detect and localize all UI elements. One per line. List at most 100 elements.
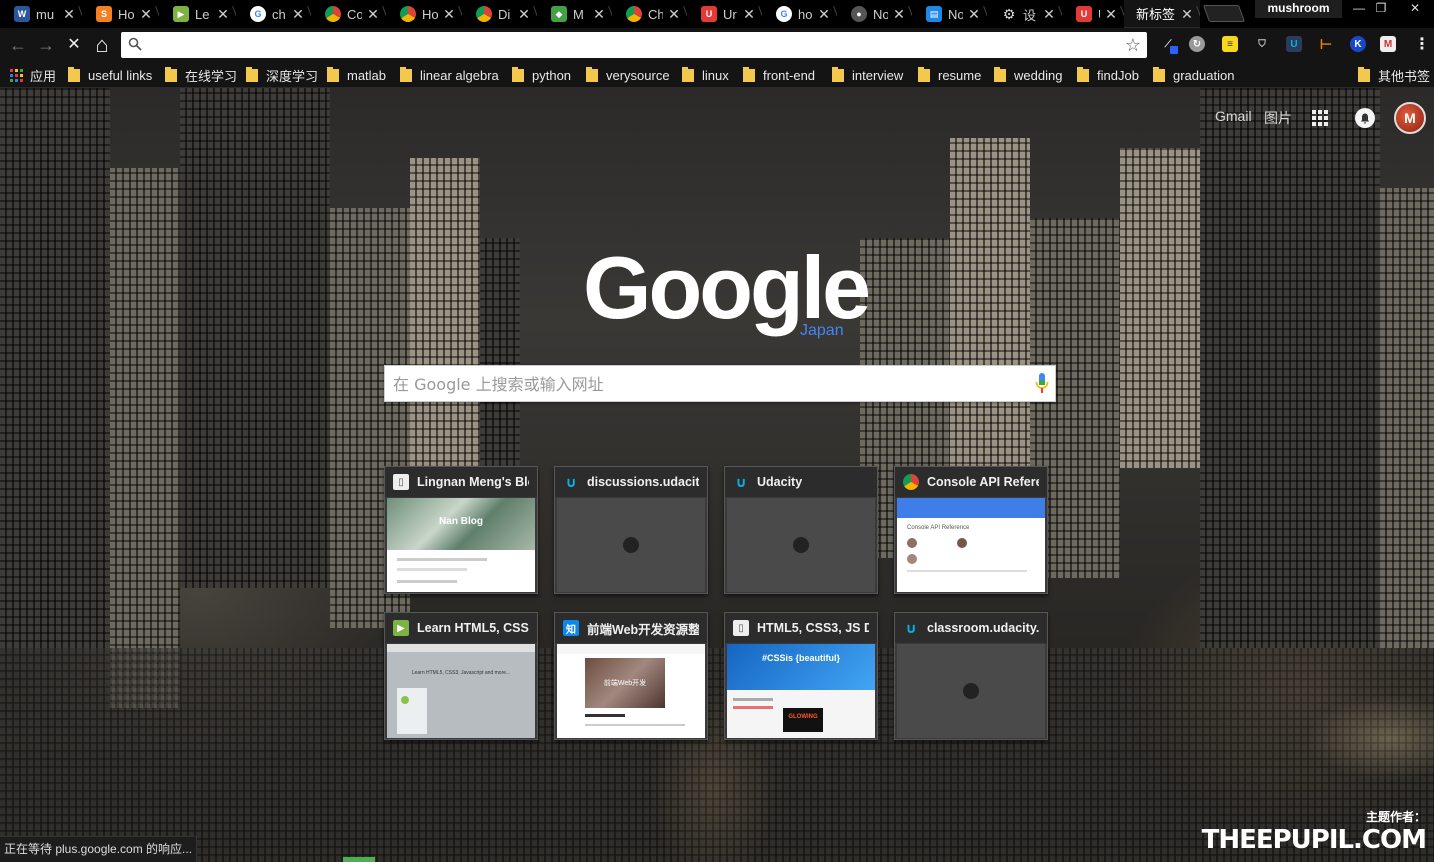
browser-tab[interactable]: U Ur ✕ [1062, 0, 1124, 28]
bookmark-star-icon[interactable]: ☆ [1125, 34, 1141, 56]
stop-button[interactable]: ✕ [63, 34, 85, 56]
close-tab-icon[interactable]: ✕ [817, 7, 831, 21]
browser-tab[interactable]: W mu ✕ [0, 0, 82, 28]
gmail-link[interactable]: Gmail [1215, 108, 1252, 124]
close-tab-icon[interactable]: ✕ [667, 7, 681, 21]
loading-indicator [343, 857, 375, 862]
profile-button[interactable]: mushroom [1255, 0, 1342, 18]
restore-button[interactable]: ❐ [1366, 0, 1396, 18]
browser-tab[interactable]: ◆ M ✕ [537, 0, 612, 28]
close-tab-icon[interactable]: ✕ [216, 7, 230, 21]
active-tab[interactable]: 新标签 ✕ [1124, 0, 1200, 28]
browser-tab[interactable]: U Ur ✕ [687, 0, 762, 28]
chrome-icon [626, 6, 642, 22]
close-tab-icon[interactable]: ✕ [291, 7, 305, 21]
menu-button[interactable]: ⋮ [1414, 36, 1430, 53]
close-tab-icon[interactable]: ✕ [62, 7, 76, 21]
close-tab-icon[interactable]: ✕ [592, 7, 606, 21]
udacity-icon: U [701, 6, 717, 22]
bookmark-folder[interactable]: linux [682, 66, 729, 84]
most-visited-tile[interactable]: ▯Lingnan Meng's Blog Nan Blog [384, 466, 538, 594]
close-tab-icon[interactable]: ✕ [1042, 7, 1056, 21]
images-link[interactable]: 图片 [1264, 108, 1292, 128]
close-tab-icon[interactable]: ✕ [442, 7, 456, 21]
close-tab-icon[interactable]: ✕ [517, 7, 531, 21]
notes-extension-icon[interactable]: ≡ [1222, 36, 1238, 52]
udacity-extension-icon[interactable]: U [1286, 36, 1302, 52]
chrome-icon [325, 6, 341, 22]
chrome-icon [400, 6, 416, 22]
microphone-icon[interactable] [1035, 373, 1049, 395]
tile-thumbnail: #CSSis {beautiful} GLOWING [727, 644, 875, 738]
browser-tab[interactable]: G ch ✕ [236, 0, 311, 28]
stackoverflow-icon: S [96, 6, 112, 22]
bookmark-folder[interactable]: graduation [1153, 66, 1234, 84]
most-visited-tile[interactable]: ∪ Udacity [724, 466, 878, 594]
close-tab-icon[interactable]: ✕ [1180, 7, 1194, 21]
most-visited-tiles: ▯Lingnan Meng's Blog Nan Blog ∪discussio… [384, 466, 1050, 742]
browser-tab[interactable]: S Ho ✕ [82, 0, 159, 28]
most-visited-tile[interactable]: ▯HTML5, CSS3, JS Demos #CSSis {beautiful… [724, 612, 878, 740]
forward-button[interactable]: → [35, 34, 57, 56]
folder-icon [994, 66, 1006, 82]
google-apps-icon[interactable] [1312, 110, 1328, 126]
most-visited-tile[interactable]: ▶Learn HTML5, CSS3, Java Learn HTML5, CS… [384, 612, 538, 740]
browser-tab[interactable]: ▶ Le ✕ [159, 0, 236, 28]
shield-extension-icon[interactable]: ⛉ [1254, 36, 1270, 52]
ntp-search-box[interactable] [384, 365, 1056, 402]
notifications-bell-icon[interactable] [1355, 108, 1375, 128]
close-tab-icon[interactable]: ✕ [139, 7, 153, 21]
bookmark-folder[interactable]: wedding [994, 66, 1062, 84]
browser-tab[interactable]: Ho ✕ [386, 0, 462, 28]
back-button[interactable]: ← [7, 34, 29, 56]
most-visited-tile[interactable]: Console API Reference Console API Refere… [894, 466, 1048, 594]
bookmark-folder[interactable]: 深度学习 [246, 66, 318, 84]
ntp-search-input[interactable] [393, 374, 1013, 394]
tab-strip: W mu ✕ S Ho ✕ ▶ Le ✕ G ch ✕ Co ✕ Ho ✕ Di… [0, 0, 1434, 28]
gmail-extension-icon[interactable]: M [1380, 36, 1396, 52]
theme-credit[interactable]: 主题作者： THEEPUPIL.COM [1202, 808, 1427, 855]
close-tab-icon[interactable]: ✕ [1104, 7, 1118, 21]
folder-icon [246, 66, 258, 82]
browser-tab[interactable]: ▤ No ✕ [912, 0, 987, 28]
close-tab-icon[interactable]: ✕ [892, 7, 906, 21]
most-visited-tile[interactable]: 知前端Web开发资源整理 前端Web开发 [554, 612, 708, 740]
browser-tab[interactable]: ● No ✕ [837, 0, 912, 28]
new-tab-button[interactable] [1202, 5, 1246, 22]
most-visited-tile[interactable]: ∪classroom.udacity.com [894, 612, 1048, 740]
other-bookmarks-folder[interactable]: 其他书签 [1358, 66, 1430, 84]
tile-thumbnail: Console API Reference [897, 498, 1045, 592]
bookmark-folder[interactable]: verysource [586, 66, 670, 84]
close-tab-icon[interactable]: ✕ [967, 7, 981, 21]
most-visited-tile[interactable]: ∪discussions.udacity.com [554, 466, 708, 594]
google-icon: G [776, 6, 792, 22]
apps-label: 应用 [30, 68, 57, 84]
browser-tab[interactable]: G ho ✕ [762, 0, 837, 28]
bookmark-folder[interactable]: useful links [68, 66, 152, 84]
bookmark-folder[interactable]: linear algebra [400, 66, 499, 84]
account-avatar[interactable]: M [1394, 102, 1426, 134]
close-tab-icon[interactable]: ✕ [742, 7, 756, 21]
bookmark-folder[interactable]: matlab [327, 66, 386, 84]
home-button[interactable]: ⌂ [91, 34, 113, 56]
browser-tab[interactable]: Ch ✕ [612, 0, 687, 28]
omnibox[interactable]: ☆ [121, 32, 1147, 58]
bookmark-folder[interactable]: front-end [743, 66, 815, 84]
bookmark-folder[interactable]: 在线学习 [165, 66, 237, 84]
bookmark-folder[interactable]: interview [832, 66, 903, 84]
close-tab-icon[interactable]: ✕ [366, 7, 380, 21]
sync-extension-icon[interactable]: ↻ [1189, 36, 1205, 52]
pin-extension-icon[interactable]: ⊢ [1318, 36, 1334, 52]
browser-tab[interactable]: Co ✕ [311, 0, 386, 28]
k-extension-icon[interactable]: K [1350, 36, 1366, 52]
browser-tab[interactable]: Di ✕ [462, 0, 537, 28]
omnibox-input[interactable] [149, 35, 1109, 55]
bookmark-folder[interactable]: findJob [1077, 66, 1139, 84]
close-window-button[interactable]: ✕ [1400, 0, 1430, 18]
theme-credit-name[interactable]: THEEPUPIL.COM [1202, 825, 1427, 855]
browser-tab[interactable]: ⚙ 设 ✕ [987, 0, 1062, 28]
bookmark-folder[interactable]: resume [918, 66, 981, 84]
folder-icon [165, 66, 177, 82]
apps-shortcut[interactable]: 应用 [10, 66, 56, 84]
bookmark-folder[interactable]: python [512, 66, 571, 84]
